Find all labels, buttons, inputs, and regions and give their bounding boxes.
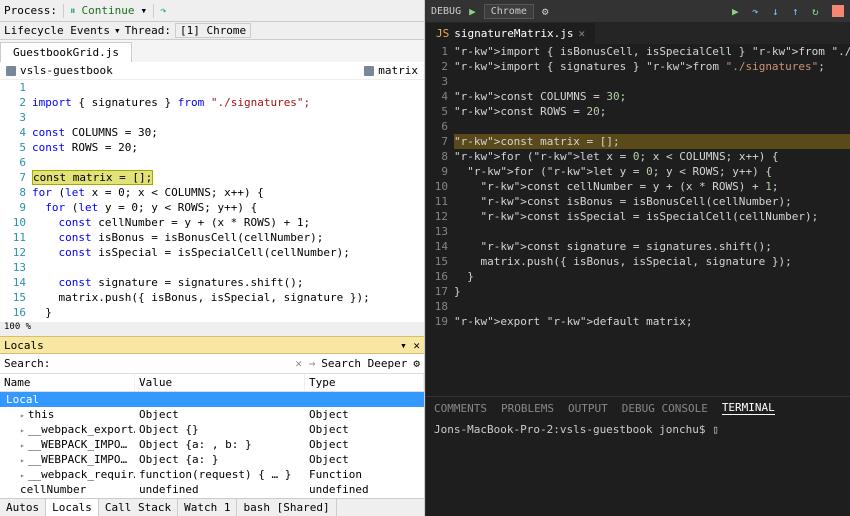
thread-select[interactable]: [1] Chrome: [175, 23, 251, 38]
start-debug-icon[interactable]: ▶: [469, 5, 476, 18]
debug-target[interactable]: Chrome: [484, 4, 534, 19]
breadcrumb[interactable]: vsls-guestbook matrix: [0, 62, 424, 80]
process-label: Process:: [4, 4, 57, 17]
term-tab[interactable]: OUTPUT: [568, 402, 608, 415]
term-tab[interactable]: TERMINAL: [722, 401, 775, 415]
thread-bar: Lifecycle Events ▾ Thread: [1] Chrome: [0, 22, 424, 40]
bottom-tab[interactable]: Locals: [46, 499, 99, 516]
locals-row[interactable]: __WEBPACK_IMPO…Object {a: , b: }Object: [0, 437, 424, 452]
step-icon[interactable]: ⏸: [70, 4, 76, 18]
locals-row[interactable]: thisObjectObject: [0, 407, 424, 422]
continue-button[interactable]: Continue: [81, 4, 134, 17]
step-into-icon[interactable]: ↓: [772, 5, 784, 17]
col-value[interactable]: Value: [135, 374, 305, 391]
locals-row[interactable]: cellNumberundefinedundefined: [0, 482, 424, 497]
close-icon[interactable]: ✕: [578, 27, 585, 40]
locals-row[interactable]: __WEBPACK_IMPO…Object {a: }Object: [0, 452, 424, 467]
col-name[interactable]: Name: [0, 374, 135, 391]
bottom-tab[interactable]: Autos: [0, 499, 46, 516]
step-over-icon[interactable]: ↷: [160, 4, 167, 17]
gear-icon[interactable]: ⚙: [413, 357, 420, 370]
term-tab[interactable]: DEBUG CONSOLE: [622, 402, 708, 415]
debug-toolbar: DEBUG ▶ Chrome ⚙ ▶ ↷ ↓ ↑ ↻: [425, 0, 850, 22]
terminal-tabs: COMMENTS PROBLEMS OUTPUT DEBUG CONSOLE TERMI…: [426, 397, 850, 419]
project-icon: [6, 66, 16, 76]
term-tab[interactable]: PROBLEMS: [501, 402, 554, 415]
continue-icon[interactable]: ▶: [732, 5, 744, 17]
bottom-tab[interactable]: bash [Shared]: [237, 499, 336, 516]
search-deeper[interactable]: Search Deeper: [321, 357, 407, 370]
bottom-tab[interactable]: Watch 1: [178, 499, 237, 516]
search-input[interactable]: [56, 358, 289, 369]
locals-row[interactable]: __webpack_export…Object {}Object: [0, 422, 424, 437]
vs-toolbar: Process: ⏸ Continue▾ ↷: [0, 0, 424, 22]
locals-row[interactable]: __webpack_requir…function(request) { … }…: [0, 467, 424, 482]
step-over-icon[interactable]: ↷: [752, 5, 764, 17]
stop-icon[interactable]: [832, 5, 844, 17]
col-type[interactable]: Type: [305, 374, 424, 391]
vs-editor[interactable]: 12345678910111213141516171819 import { s…: [0, 80, 424, 322]
term-tab[interactable]: COMMENTS: [434, 402, 487, 415]
bottom-tab[interactable]: Call Stack: [99, 499, 178, 516]
step-out-icon[interactable]: ↑: [792, 5, 804, 17]
vscode-editor[interactable]: 12345678910111213141516171819 "r-kw">imp…: [426, 44, 850, 396]
field-icon: [364, 66, 374, 76]
locals-grid: Name Value Type LocalthisObjectObject__w…: [0, 374, 424, 498]
editor-tabs: GuestbookGrid.js: [0, 40, 424, 62]
tab-signaturematrix[interactable]: JSsignatureMatrix.js✕: [426, 23, 595, 44]
restart-icon[interactable]: ↻: [812, 5, 824, 17]
pin-icon[interactable]: ▾ ✕: [400, 339, 420, 352]
vscode-tabs: JSsignatureMatrix.js✕: [426, 22, 850, 44]
bottom-tabs: AutosLocalsCall StackWatch 1bash [Shared…: [0, 498, 424, 516]
zoom-status: 100 %: [0, 322, 424, 336]
tab-guestbookgrid[interactable]: GuestbookGrid.js: [0, 42, 132, 62]
locals-search: Search: ✕ → Search Deeper ⚙: [0, 354, 424, 374]
locals-row[interactable]: Local: [0, 392, 424, 407]
breakpoint-line: const matrix = [];: [32, 170, 424, 185]
gear-icon[interactable]: ⚙: [542, 5, 549, 18]
terminal[interactable]: Jons-MacBook-Pro-2:vsls-guestbook jonchu…: [426, 419, 850, 516]
locals-header: Locals▾ ✕: [0, 336, 424, 354]
